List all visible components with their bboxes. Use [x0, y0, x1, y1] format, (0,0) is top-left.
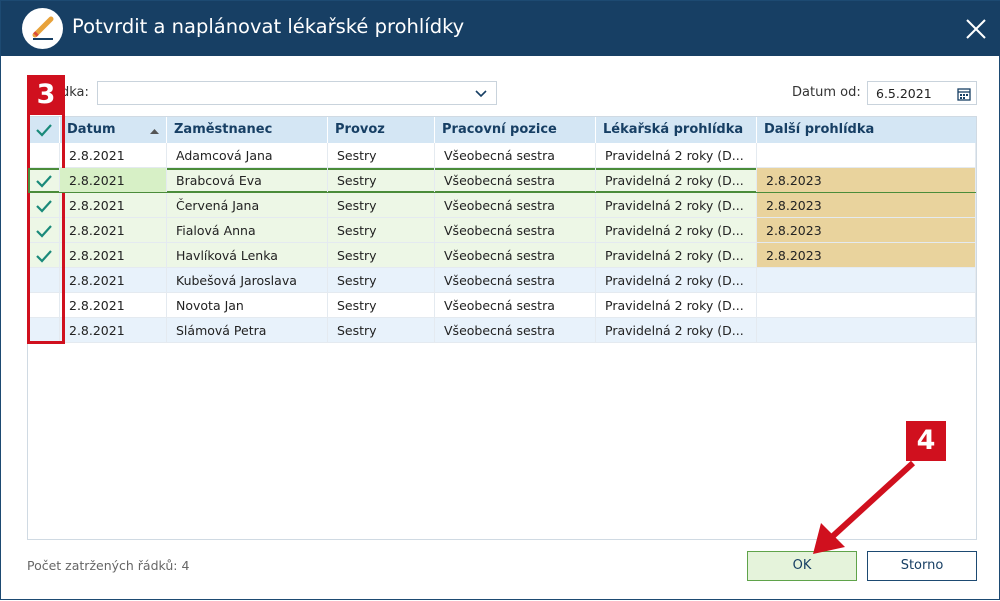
filter-dropdown[interactable] — [97, 81, 497, 105]
table-row[interactable]: 2.8.2021 Novota Jan Sestry Všeobecná sestra… — [28, 293, 976, 318]
cell-operation: Sestry — [328, 193, 435, 217]
sort-ascending-icon — [150, 125, 159, 140]
annotation-3-box — [27, 75, 65, 344]
cell-exam: Pravidelná 2 roky (D... — [596, 193, 757, 217]
cell-employee: Brabcová Eva — [167, 168, 328, 192]
cell-next-exam — [757, 293, 976, 317]
cell-position: Všeobecná sestra — [435, 218, 596, 242]
cell-position: Všeobecná sestra — [435, 193, 596, 217]
cell-date: 2.8.2021 — [60, 218, 167, 242]
cell-exam: Pravidelná 2 roky (D... — [596, 243, 757, 267]
cell-operation: Sestry — [328, 168, 435, 192]
cell-operation: Sestry — [328, 318, 435, 342]
cell-position: Všeobecná sestra — [435, 318, 596, 342]
dialog-window: Potvrdit a naplánovat lékařské prohlídky… — [0, 0, 1000, 600]
table-row[interactable]: 2.8.2021 Adamcová Jana Sestry Všeobecná ses… — [28, 143, 976, 168]
date-from-label: Datum od: — [792, 85, 861, 100]
cell-exam: Pravidelná 2 roky (D... — [596, 293, 757, 317]
dialog-title: Potvrdit a naplánovat lékařské prohlídky — [72, 15, 465, 38]
pencil-icon — [22, 8, 63, 49]
cell-next-exam: 2.8.2023 — [757, 168, 976, 192]
cell-position: Všeobecná sestra — [435, 143, 596, 167]
cell-operation: Sestry — [328, 268, 435, 292]
title-bar: Potvrdit a naplánovat lékařské prohlídky — [1, 1, 1000, 56]
cell-position: Všeobecná sestra — [435, 168, 596, 192]
table-row[interactable]: 2.8.2021 Červená Jana Sestry Všeobecná sest… — [28, 193, 976, 218]
cell-date: 2.8.2021 — [60, 268, 167, 292]
cell-next-exam — [757, 318, 976, 342]
column-header-exam[interactable]: Lékařská prohlídka — [596, 117, 757, 143]
cell-date: 2.8.2021 — [60, 318, 167, 342]
cell-date: 2.8.2021 — [60, 143, 167, 167]
cell-date: 2.8.2021 — [60, 168, 167, 192]
cell-date: 2.8.2021 — [60, 293, 167, 317]
cell-operation: Sestry — [328, 293, 435, 317]
cell-employee: Slámová Petra — [167, 318, 328, 342]
cell-employee: Novota Jan — [167, 293, 328, 317]
table-row[interactable]: 2.8.2021 Kubešová Jaroslava Sestry Všeobecn… — [28, 268, 976, 293]
chevron-down-icon — [474, 86, 488, 105]
check-icon — [36, 175, 52, 188]
cell-operation: Sestry — [328, 218, 435, 242]
column-header-position[interactable]: Pracovní pozice — [435, 117, 596, 143]
cell-position: Všeobecná sestra — [435, 243, 596, 267]
cell-exam: Pravidelná 2 roky (D... — [596, 143, 757, 167]
cell-employee: Červená Jana — [167, 193, 328, 217]
cell-position: Všeobecná sestra — [435, 293, 596, 317]
date-from-value: 6.5.2021 — [876, 86, 932, 101]
cell-exam: Pravidelná 2 roky (D... — [596, 318, 757, 342]
cell-next-exam — [757, 143, 976, 167]
table-row[interactable]: 2.8.2021 Fialová Anna Sestry Všeobecná sest… — [28, 218, 976, 243]
column-header-next-exam[interactable]: Další prohlídka — [757, 117, 976, 143]
grid-header: Datum Zaměstnanec Provoz Pracovní pozice… — [28, 117, 976, 143]
annotation-3-badge: 3 — [27, 75, 65, 115]
cell-exam: Pravidelná 2 roky (D... — [596, 268, 757, 292]
filter-label: dka: — [61, 85, 89, 100]
cell-operation: Sestry — [328, 243, 435, 267]
close-icon[interactable] — [959, 12, 993, 46]
cell-operation: Sestry — [328, 143, 435, 167]
column-header-date-label: Datum — [67, 122, 116, 137]
row-checkbox[interactable] — [28, 168, 60, 192]
cell-next-exam: 2.8.2023 — [757, 243, 976, 267]
cell-position: Všeobecná sestra — [435, 268, 596, 292]
cell-date: 2.8.2021 — [60, 193, 167, 217]
cell-exam: Pravidelná 2 roky (D... — [596, 218, 757, 242]
cancel-button[interactable]: Storno — [867, 551, 977, 581]
table-row[interactable]: 2.8.2021 Brabcová Eva Sestry Všeobecná sest… — [28, 168, 976, 193]
ok-button[interactable]: OK — [747, 551, 857, 581]
table-row[interactable]: 2.8.2021 Havlíková Lenka Sestry Všeobecná s… — [28, 243, 976, 268]
cell-employee: Kubešová Jaroslava — [167, 268, 328, 292]
cell-next-exam — [757, 268, 976, 292]
cell-employee: Adamcová Jana — [167, 143, 328, 167]
checked-rows-count: Počet zatržených řádků: 4 — [27, 558, 190, 573]
table-row[interactable]: 2.8.2021 Slámová Petra Sestry Všeobecná ses… — [28, 318, 976, 343]
annotation-4-badge: 4 — [906, 421, 946, 461]
column-header-operation[interactable]: Provoz — [328, 117, 435, 143]
exam-grid: Datum Zaměstnanec Provoz Pracovní pozice… — [27, 116, 977, 540]
cell-next-exam: 2.8.2023 — [757, 218, 976, 242]
cell-next-exam: 2.8.2023 — [757, 193, 976, 217]
calendar-icon[interactable] — [957, 86, 971, 105]
cell-date: 2.8.2021 — [60, 243, 167, 267]
cell-employee: Havlíková Lenka — [167, 243, 328, 267]
date-from-field[interactable]: 6.5.2021 — [867, 81, 977, 105]
column-header-date[interactable]: Datum — [60, 117, 167, 143]
column-header-employee[interactable]: Zaměstnanec — [167, 117, 328, 143]
cell-exam: Pravidelná 2 roky (D... — [596, 168, 757, 192]
cell-employee: Fialová Anna — [167, 218, 328, 242]
